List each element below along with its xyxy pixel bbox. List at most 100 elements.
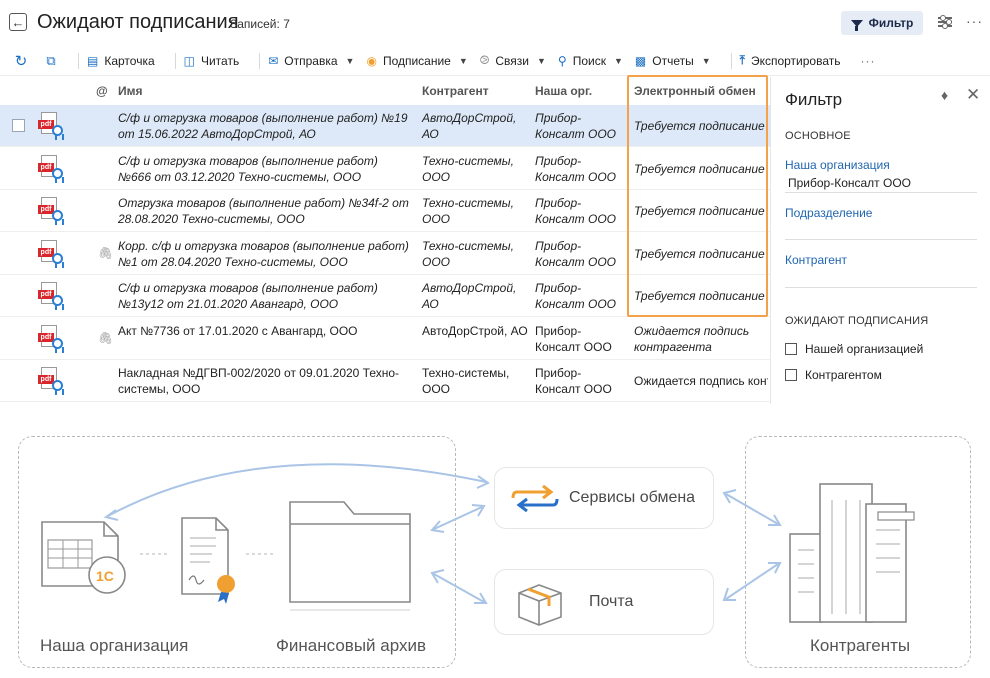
- documents-table: @ Имя Контрагент Наша орг. Электронный о…: [0, 77, 770, 404]
- pdf-signed-icon: pdf: [38, 324, 64, 353]
- export-icon: ⤒: [739, 53, 745, 67]
- column-org[interactable]: Наша орг.: [535, 84, 592, 98]
- chevron-down-icon: ▼: [345, 55, 355, 66]
- toolbar-divider: [78, 52, 79, 69]
- cell-org: Прибор-Консалт ООО: [535, 153, 616, 184]
- double-arrow: [433, 573, 485, 603]
- more-menu-icon[interactable]: ···: [966, 13, 983, 29]
- table-row[interactable]: pdf С/ф и отгрузка товаров (выполнение ра…: [0, 148, 770, 190]
- checkbox[interactable]: [785, 343, 797, 355]
- filter-panel: Фильтр ♦ ✕ ОСНОВНОЕ Наша организация При…: [770, 77, 990, 404]
- filter-check-ours[interactable]: Нашей организацией: [785, 342, 923, 356]
- settings-sliders-icon[interactable]: [938, 15, 952, 29]
- filter-section-main: ОСНОВНОЕ: [785, 130, 851, 142]
- chevron-down-icon: ▼: [537, 55, 546, 66]
- toolbar-links-button[interactable]: ⧁ Связи ▼: [480, 53, 546, 68]
- row-checkbox[interactable]: [12, 119, 25, 132]
- close-icon[interactable]: ✕: [966, 85, 980, 105]
- toolbar-read-button[interactable]: ◫ Читать: [184, 54, 240, 68]
- counterparties-label: Контрагенты: [810, 636, 911, 655]
- cell-agent: Техно-системы, ООО: [422, 366, 510, 396]
- app-window: ← Ожидают подписания Записей: 7 Фильтр ·…: [0, 0, 990, 404]
- table-row[interactable]: pdf 🖇 Корр. с/ф и отгрузка товаров (выполн…: [0, 233, 770, 275]
- checkbox[interactable]: [785, 369, 797, 381]
- cell-agent: Техно-системы, ООО: [422, 196, 514, 226]
- column-agent[interactable]: Контрагент: [422, 84, 489, 98]
- table-row[interactable]: pdf Отгрузка товаров (выполнение работ) №…: [0, 190, 770, 232]
- filter-org-link[interactable]: Наша организация: [785, 158, 890, 172]
- filter-section-waiting: ОЖИДАЮТ ПОДПИСАНИЯ: [785, 315, 929, 327]
- records-count: 7: [283, 17, 290, 31]
- toolbar-search-button[interactable]: ⚲ Поиск ▼: [558, 54, 623, 68]
- cell-exchange: Требуется подписание: [634, 289, 765, 303]
- filter-agent-link[interactable]: Контрагент: [785, 253, 847, 267]
- toolbar-card-button[interactable]: ▤ Карточка: [87, 54, 155, 68]
- pdf-signed-icon: pdf: [38, 112, 64, 140]
- column-name[interactable]: Имя: [118, 84, 143, 98]
- cell-name: Накладная №ДГВП-002/2020 от 09.01.2020 Т…: [118, 366, 400, 396]
- cell-agent: АвтоДорСтрой, АО: [422, 281, 517, 311]
- records-counter: Записей: 7: [230, 17, 290, 31]
- send-icon: ✉: [268, 53, 279, 68]
- cell-exchange: Требуется подписание: [634, 204, 765, 218]
- filter-check-ours-label: Нашей организацией: [805, 342, 924, 356]
- back-button[interactable]: ←: [9, 13, 27, 31]
- search-icon: ⚲: [557, 53, 567, 68]
- cell-exchange: Ожидается подпись контрагента: [634, 374, 768, 388]
- signed-certificate-icon: [181, 517, 235, 604]
- refresh-icon[interactable]: ↻: [10, 50, 32, 72]
- pdf-signed-icon: pdf: [38, 154, 64, 183]
- card-icon: ▤: [87, 53, 99, 68]
- table-row[interactable]: pdf С/ф и отгрузка товаров (выполнение ра…: [0, 105, 770, 147]
- toolbar-more-button[interactable]: ···: [861, 54, 876, 68]
- cell-name: Акт №7736 от 17.01.2020 с Авангард, ООО: [118, 323, 358, 338]
- cell-name: С/ф и отгрузка товаров (выполнение работ…: [118, 281, 378, 311]
- attachment-icon: 🖇: [98, 330, 114, 345]
- double-arrow: [725, 493, 779, 525]
- copy-icon[interactable]: ⧉: [40, 50, 62, 72]
- filter-org-value[interactable]: Прибор-Консалт ООО: [788, 176, 911, 190]
- pdf-signed-icon: pdf: [38, 367, 64, 395]
- toolbar-send-button[interactable]: ✉ Отправка ▼: [268, 54, 354, 68]
- filter-check-agent-label: Контрагентом: [805, 368, 882, 382]
- filter-divider: [785, 287, 977, 288]
- filter-divider: [785, 192, 977, 193]
- chevron-down-icon: ▼: [701, 55, 711, 66]
- toolbar-export-button[interactable]: ⤒ Экспортировать: [740, 53, 841, 68]
- cell-exchange: Требуется подписание: [634, 161, 765, 176]
- filter-panel-title: Фильтр: [785, 90, 843, 109]
- toolbar-divider: [174, 52, 176, 69]
- filter-button[interactable]: Фильтр: [841, 11, 923, 35]
- column-attach[interactable]: @: [96, 84, 108, 98]
- toolbar-sign-label: Подписание: [382, 53, 451, 68]
- pdf-signed-icon: pdf: [38, 282, 64, 310]
- table-header: @ Имя Контрагент Наша орг. Электронный о…: [0, 77, 770, 105]
- attachment-icon: 🖇: [98, 245, 114, 260]
- pin-icon[interactable]: ♦: [941, 87, 948, 103]
- cell-agent: АвтоДорСтрой, АО: [422, 323, 528, 338]
- cell-exchange: Требуется подписание: [634, 246, 765, 261]
- our-org-label: Наша организация: [40, 636, 189, 655]
- report-icon: ▩: [634, 53, 647, 68]
- filter-button-label: Фильтр: [868, 16, 914, 30]
- column-exchange[interactable]: Электронный обмен: [634, 84, 756, 98]
- cell-name: Корр. с/ф и отгрузка товаров (выполнение…: [118, 238, 409, 269]
- toolbar-search-label: Поиск: [572, 53, 606, 68]
- toolbar-card-label: Карточка: [104, 53, 155, 68]
- cell-exchange: Требуется подписание: [634, 119, 765, 133]
- invoice-document-icon: 1С: [41, 521, 126, 594]
- table-row[interactable]: pdf С/ф и отгрузка товаров (выполнение ра…: [0, 275, 770, 317]
- table-row[interactable]: pdf Накладная №ДГВП-002/2020 от 09.01.202…: [0, 360, 770, 402]
- toolbar-divider: [259, 52, 261, 69]
- toolbar-reports-button[interactable]: ▩ Отчеты ▼: [635, 54, 711, 68]
- records-label: Записей:: [230, 17, 280, 31]
- toolbar-send-label: Отправка: [284, 53, 338, 68]
- page-title: Ожидают подписания: [37, 11, 239, 33]
- toolbar: ↻ ⧉ ▤ Карточка ◫ Читать ✉ Отправка ▼ ◉ П…: [0, 46, 990, 76]
- filter-division-link[interactable]: Подразделение: [785, 206, 872, 220]
- chevron-down-icon: ▼: [613, 55, 623, 66]
- table-row[interactable]: pdf 🖇 Акт №7736 от 17.01.2020 с Авангард, …: [0, 318, 770, 360]
- double-arrow: [725, 563, 779, 600]
- toolbar-sign-button[interactable]: ◉ Подписание ▼: [366, 54, 467, 68]
- filter-check-agent[interactable]: Контрагентом: [785, 368, 882, 382]
